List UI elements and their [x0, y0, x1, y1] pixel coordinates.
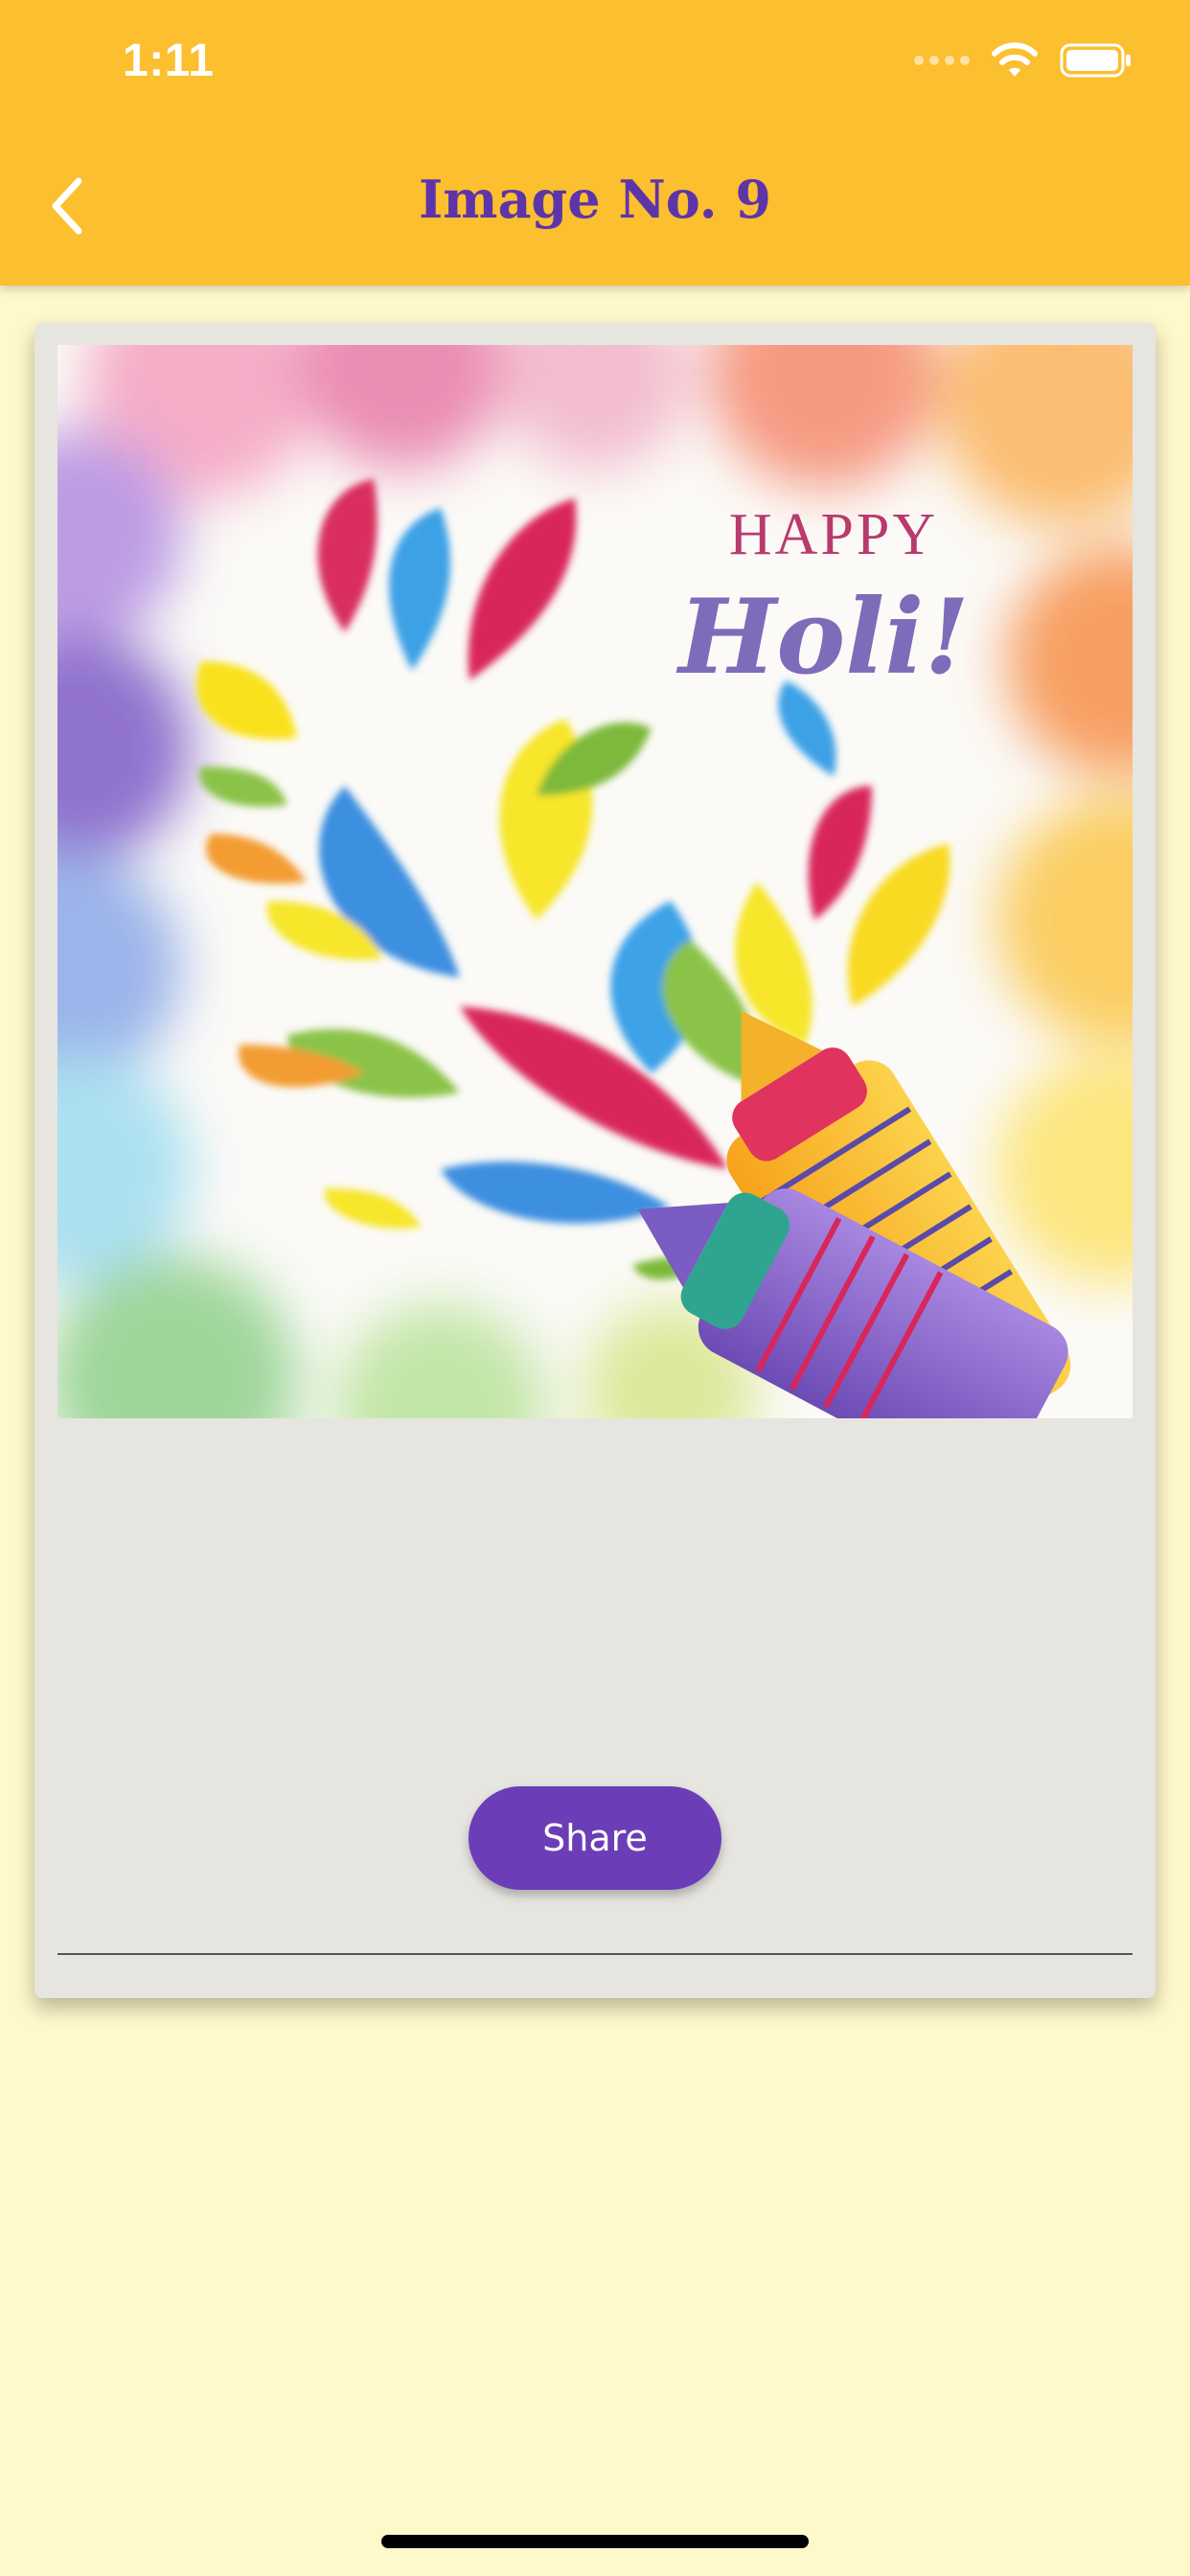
holi-greeting-image: HAPPY Holi!	[57, 345, 1133, 1418]
status-time: 1:11	[123, 35, 215, 86]
home-indicator[interactable]	[381, 2535, 809, 2548]
page-title: Image No. 9	[419, 169, 771, 230]
image-text-holi: Holi!	[675, 577, 970, 698]
divider	[57, 1953, 1133, 1955]
share-button[interactable]: Share	[469, 1786, 721, 1890]
signal-icon	[914, 56, 970, 65]
wifi-icon	[992, 42, 1038, 77]
status-icons	[914, 42, 1133, 79]
battery-icon	[1060, 43, 1131, 78]
image-card: HAPPY Holi! Share	[34, 323, 1156, 1998]
image-text-happy: HAPPY	[729, 502, 938, 567]
app-header: 1:11 Image No. 9	[0, 0, 1190, 286]
